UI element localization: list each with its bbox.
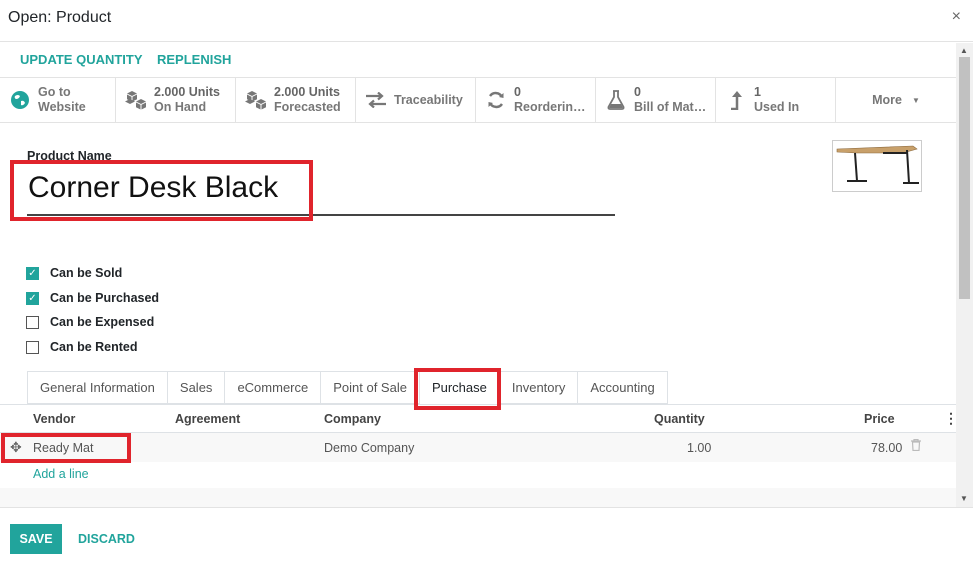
cell-company: Demo Company xyxy=(324,441,415,455)
smart-button-label: Reorderin… xyxy=(514,100,586,114)
checkbox-can-be-rented[interactable]: Can be Rented xyxy=(26,339,138,355)
discard-button[interactable]: DISCARD xyxy=(78,532,135,546)
smart-button-label: Bill of Mat… xyxy=(634,100,707,114)
tab-accounting[interactable]: Accounting xyxy=(578,371,668,404)
dialog-body: UPDATE QUANTITY REPLENISH Go to Website 2… xyxy=(0,43,956,507)
level-up-icon xyxy=(724,89,748,111)
smart-button-label: Used In xyxy=(754,100,800,114)
cell-price: 78.00 xyxy=(871,441,903,455)
more-label: More xyxy=(872,92,902,107)
replenish-button[interactable]: REPLENISH xyxy=(157,52,231,67)
add-a-line-link[interactable]: Add a line xyxy=(33,467,89,481)
scrollbar-thumb[interactable] xyxy=(959,57,970,299)
more-dropdown-button[interactable]: More ▼ xyxy=(836,78,956,122)
table-row[interactable]: ✥ Ready Mat Demo Company 1.00 78.00 xyxy=(0,433,956,462)
tab-ecommerce[interactable]: eCommerce xyxy=(225,371,322,404)
highlight-box-vendor xyxy=(1,433,131,463)
smart-button-value: Go to xyxy=(38,85,71,99)
checkbox-unchecked-icon xyxy=(26,315,39,329)
checkbox-checked-icon: ✓ xyxy=(26,266,39,280)
checkbox-label: Can be Sold xyxy=(50,266,123,280)
checkbox-label: Can be Rented xyxy=(50,340,138,354)
table-add-row: Add a line xyxy=(0,462,956,488)
cell-quantity: 1.00 xyxy=(687,441,712,455)
smart-button-forecasted[interactable]: 2.000 Units Forecasted xyxy=(236,78,356,122)
globe-icon xyxy=(8,89,32,111)
highlight-box-product-name xyxy=(10,160,313,221)
dialog-title: Open: Product xyxy=(8,9,112,26)
smart-button-label: Website xyxy=(38,100,86,114)
column-header-vendor[interactable]: Vendor xyxy=(33,412,75,426)
tab-general-information[interactable]: General Information xyxy=(27,371,168,404)
product-image[interactable] xyxy=(832,140,922,192)
tab-inventory[interactable]: Inventory xyxy=(499,371,579,404)
flask-icon xyxy=(604,89,628,111)
smart-button-reordering[interactable]: 0 Reorderin… xyxy=(476,78,596,122)
smart-button-value: 2.000 Units xyxy=(154,85,221,99)
optional-columns-icon[interactable]: ⋮ xyxy=(944,410,956,427)
smart-button-value: 1 xyxy=(754,85,761,99)
smart-button-label: Traceability xyxy=(394,92,463,107)
close-icon[interactable]: × xyxy=(952,8,961,26)
smart-button-value: 2.000 Units xyxy=(274,85,341,99)
refresh-icon xyxy=(484,89,508,111)
smart-button-on-hand[interactable]: 2.000 Units On Hand xyxy=(116,78,236,122)
column-header-company[interactable]: Company xyxy=(324,412,381,426)
column-header-agreement[interactable]: Agreement xyxy=(175,412,240,426)
vertical-scrollbar[interactable]: ▲ ▼ xyxy=(956,43,973,507)
header-buttons-bar: UPDATE QUANTITY REPLENISH xyxy=(0,43,956,77)
product-form-sheet: Product Name Corner Desk Black ✓ Can be … xyxy=(0,123,956,507)
vendor-table-header: Vendor Agreement Company Quantity Price … xyxy=(0,405,956,433)
checkbox-checked-icon: ✓ xyxy=(26,291,39,305)
tab-sales[interactable]: Sales xyxy=(167,371,226,404)
smart-button-traceability[interactable]: Traceability xyxy=(356,78,476,122)
dialog-footer: SAVE DISCARD xyxy=(0,507,973,563)
smart-button-value: 0 xyxy=(634,85,641,99)
column-header-price[interactable]: Price xyxy=(864,412,895,426)
smart-button-value: 0 xyxy=(514,85,521,99)
checkbox-can-be-sold[interactable]: ✓ Can be Sold xyxy=(26,265,122,281)
smart-button-bom[interactable]: 0 Bill of Mat… xyxy=(596,78,716,122)
column-header-quantity[interactable]: Quantity xyxy=(654,412,705,426)
exchange-arrows-icon xyxy=(364,89,388,111)
checkbox-unchecked-icon xyxy=(26,340,39,354)
tab-point-of-sale[interactable]: Point of Sale xyxy=(321,371,420,404)
table-empty-row xyxy=(0,488,956,507)
trash-icon[interactable] xyxy=(911,438,921,454)
smart-button-label: Forecasted xyxy=(274,100,341,114)
smart-button-website[interactable]: Go to Website xyxy=(0,78,116,122)
checkbox-can-be-purchased[interactable]: ✓ Can be Purchased xyxy=(26,290,159,306)
smart-button-label: On Hand xyxy=(154,100,207,114)
smart-buttons-row: Go to Website 2.000 Units On Hand 2.000 Un… xyxy=(0,77,956,123)
caret-down-icon: ▼ xyxy=(911,95,920,105)
checkbox-label: Can be Expensed xyxy=(50,315,155,329)
checkbox-label: Can be Purchased xyxy=(50,291,160,305)
notebook-tabs: General Information Sales eCommerce Poin… xyxy=(27,371,668,404)
highlight-box-purchase-tab xyxy=(414,368,501,410)
dialog-header: Open: Product × xyxy=(0,0,973,42)
cubes-icon xyxy=(124,89,148,111)
checkbox-can-be-expensed[interactable]: Can be Expensed xyxy=(26,314,154,330)
save-button[interactable]: SAVE xyxy=(10,524,62,554)
scroll-down-icon[interactable]: ▼ xyxy=(960,494,968,503)
scroll-up-icon[interactable]: ▲ xyxy=(960,46,968,55)
cubes-icon xyxy=(244,89,268,111)
update-quantity-button[interactable]: UPDATE QUANTITY xyxy=(20,52,143,67)
smart-button-used-in[interactable]: 1 Used In xyxy=(716,78,836,122)
